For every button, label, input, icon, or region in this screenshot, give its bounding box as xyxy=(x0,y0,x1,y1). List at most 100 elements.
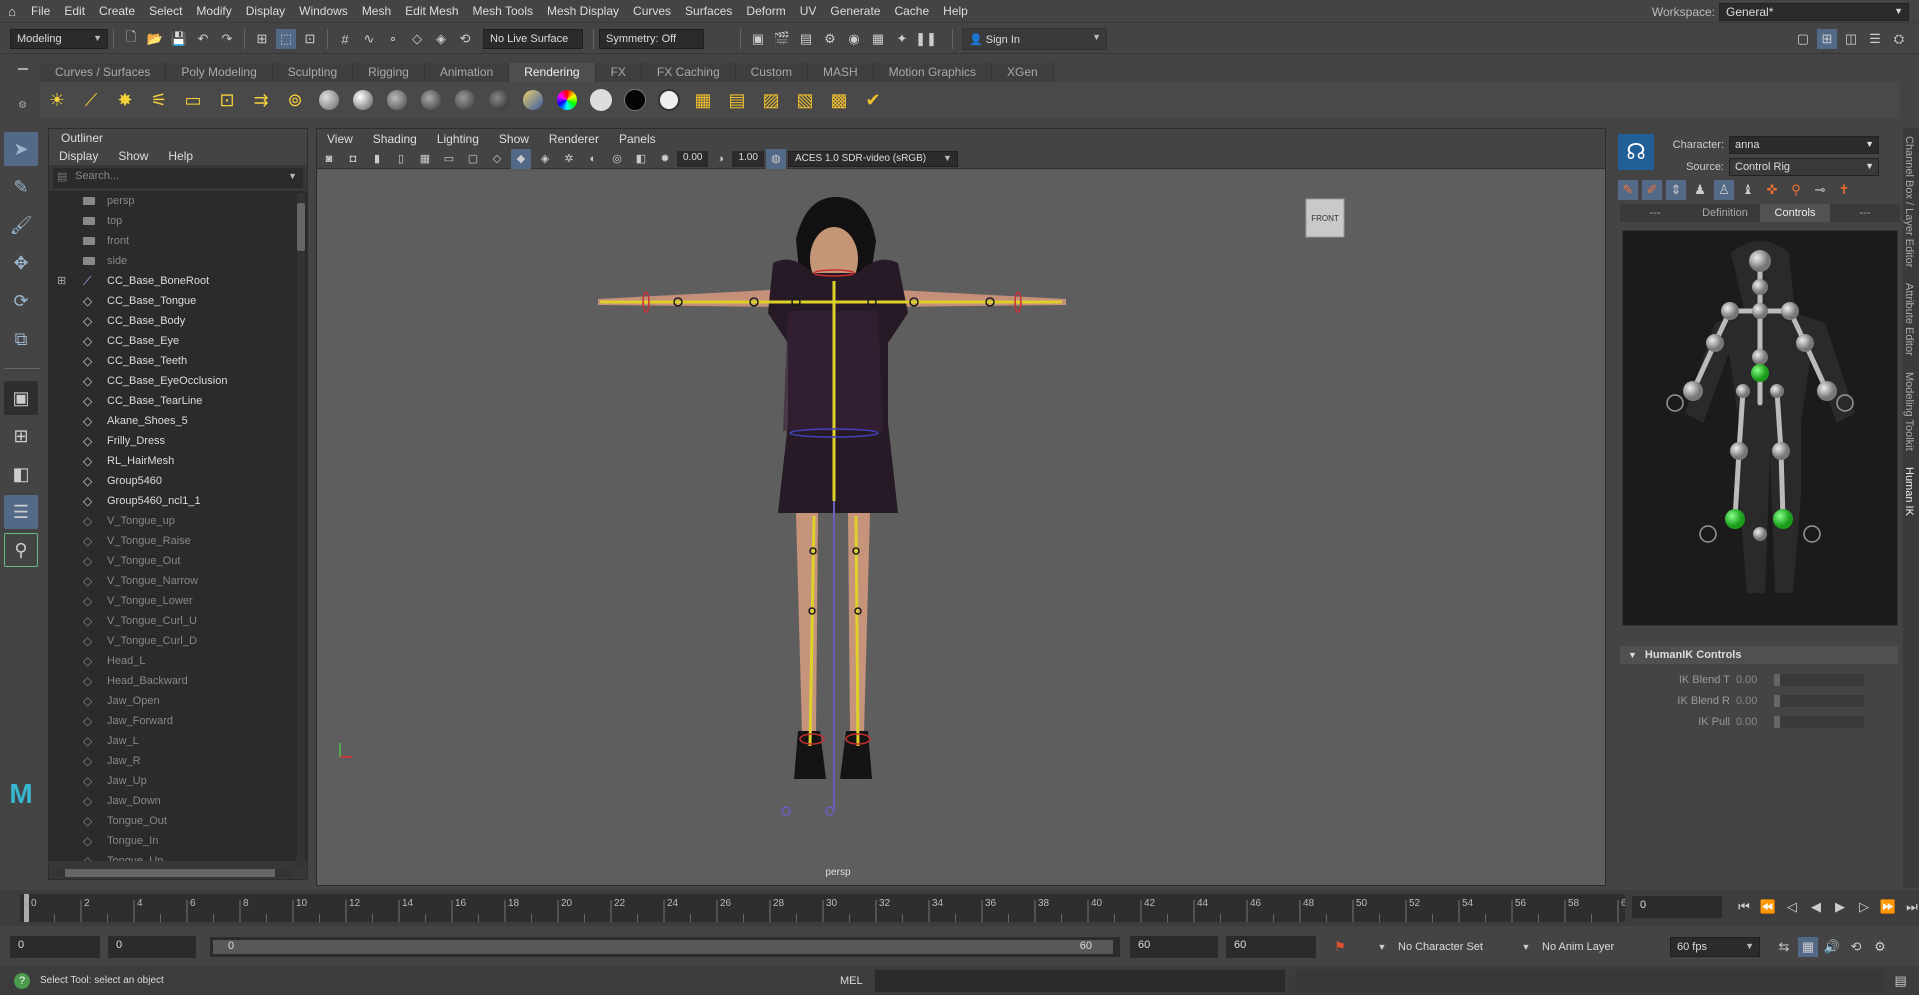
scale-tool-icon[interactable]: ⧉ xyxy=(4,322,38,356)
shelf-tab-motion-graphics[interactable]: Motion Graphics xyxy=(873,62,993,82)
hik-control-slider[interactable] xyxy=(1774,716,1864,728)
outliner-item[interactable]: ◇ V_Tongue_Out xyxy=(49,551,307,571)
light-editor-icon[interactable]: ✦ xyxy=(892,29,912,49)
menu-help[interactable]: Help xyxy=(936,0,975,23)
slider-handle[interactable] xyxy=(1774,674,1780,686)
side-tab-attribute-editor[interactable]: Attribute Editor xyxy=(1903,275,1915,364)
play-backwards-icon[interactable]: ◀ xyxy=(1806,897,1826,917)
outliner-item[interactable]: ◇ CC_Base_Eye xyxy=(49,331,307,351)
playback-start-field[interactable]: 0 xyxy=(108,936,196,958)
light-linking-icon[interactable]: ⇉ xyxy=(246,85,276,115)
step-back-frame-icon[interactable]: ◁ xyxy=(1782,897,1802,917)
xray-icon[interactable]: ◎ xyxy=(607,149,627,169)
script-editor-icon[interactable]: ▤ xyxy=(1891,971,1911,991)
menu-surfaces[interactable]: Surfaces xyxy=(678,0,739,23)
viewport-menu-view[interactable]: View xyxy=(317,132,363,146)
outliner-item[interactable]: top xyxy=(49,211,307,231)
shelf-tab-curves-surfaces[interactable]: Curves / Surfaces xyxy=(40,62,167,82)
spot-light-icon[interactable]: ⚟ xyxy=(144,85,174,115)
history-icon[interactable]: ⟲ xyxy=(455,29,475,49)
undo-icon[interactable]: ↶ xyxy=(193,29,213,49)
script-language-label[interactable]: MEL xyxy=(840,975,863,987)
outliner-item[interactable]: ◇ CC_Base_Teeth xyxy=(49,351,307,371)
stance-icon[interactable]: ⊸ xyxy=(1810,180,1830,200)
volume-light-icon[interactable]: ⊡ xyxy=(212,85,242,115)
outliner-menu-display[interactable]: Display xyxy=(49,149,108,163)
auto-key-icon[interactable]: ⚑ xyxy=(1330,937,1350,957)
film-gate-icon[interactable]: ▭ xyxy=(439,149,459,169)
render-view-icon[interactable]: ▣ xyxy=(748,29,768,49)
source-dropdown[interactable]: Control Rig ▼ xyxy=(1729,158,1879,176)
fps-dropdown[interactable]: 60 fps ▼ xyxy=(1670,937,1760,957)
viewport-canvas[interactable]: FRONT persp xyxy=(318,171,1605,885)
key-icon[interactable]: ✜ xyxy=(1762,180,1782,200)
character-dropdown[interactable]: anna ▼ xyxy=(1729,136,1879,154)
persp-outliner-icon[interactable]: ◧ xyxy=(4,457,38,491)
selection-icon[interactable]: ♙ xyxy=(1714,180,1734,200)
play-forwards-icon[interactable]: ▶ xyxy=(1830,897,1850,917)
hik-figure-view[interactable] xyxy=(1622,230,1898,626)
full-body-icon[interactable]: ⇕ xyxy=(1666,180,1686,200)
layout-outliner-icon[interactable]: ☰ xyxy=(1865,29,1885,49)
select-tool-icon[interactable]: ➤ xyxy=(4,132,38,166)
blinn-icon[interactable] xyxy=(348,85,378,115)
menu-curves[interactable]: Curves xyxy=(626,0,678,23)
outliner-layout-icon[interactable]: ☰ xyxy=(4,495,38,529)
menu-modify[interactable]: Modify xyxy=(189,0,238,23)
menu-display[interactable]: Display xyxy=(239,0,292,23)
snap-view-plane-icon[interactable]: ◇ xyxy=(407,29,427,49)
layout-quad-icon[interactable]: ⊞ xyxy=(1817,29,1837,49)
outliner-menu-show[interactable]: Show xyxy=(108,149,158,163)
bookmark-icon[interactable]: ▮ xyxy=(367,149,387,169)
playback-end-field[interactable]: 60 xyxy=(1130,936,1218,958)
single-perspective-icon[interactable]: ▣ xyxy=(4,381,38,415)
render-check-icon[interactable]: ✔ xyxy=(858,85,888,115)
hik-control-value[interactable]: 0.00 xyxy=(1736,695,1766,707)
save-scene-icon[interactable]: 💾 xyxy=(169,29,189,49)
outliner-item[interactable]: ◇ V_Tongue_Curl_U xyxy=(49,611,307,631)
pin-rotate-icon[interactable]: ✐ xyxy=(1642,180,1662,200)
reset-icon[interactable]: ⚲ xyxy=(1786,180,1806,200)
outliner-item[interactable]: ◇ Jaw_R xyxy=(49,751,307,771)
outliner-item[interactable]: ◇ Akane_Shoes_5 xyxy=(49,411,307,431)
mode-dropdown[interactable]: Modeling ▼ xyxy=(10,29,108,49)
select-hierarchy-icon[interactable]: ⊞ xyxy=(252,29,272,49)
outliner-item[interactable]: front xyxy=(49,231,307,251)
live-surface-field[interactable]: No Live Surface xyxy=(483,29,583,49)
render-settings-icon[interactable]: ▤ xyxy=(722,85,752,115)
layout-settings-icon[interactable]: ⛭ xyxy=(1889,29,1909,49)
command-input[interactable] xyxy=(874,969,1285,992)
hik-tab[interactable]: --- xyxy=(1830,204,1900,222)
sound-icon[interactable]: 🔊 xyxy=(1822,937,1842,957)
sign-in-dropdown[interactable]: 👤 Sign In ▼ xyxy=(962,28,1107,50)
workspace-dropdown[interactable]: General* ▼ xyxy=(1719,2,1909,21)
menu-create[interactable]: Create xyxy=(92,0,142,23)
chevron-down-icon[interactable]: ▼ xyxy=(288,171,297,181)
outliner-item[interactable]: ◇ Tongue_In xyxy=(49,831,307,851)
shelf-tab-rigging[interactable]: Rigging xyxy=(353,62,425,82)
menu-mesh[interactable]: Mesh xyxy=(355,0,398,23)
ramp-shader-icon[interactable] xyxy=(518,85,548,115)
outliner-item[interactable]: ◇ Jaw_L xyxy=(49,731,307,751)
end-time-field[interactable]: 60 xyxy=(1226,936,1316,958)
color-management-icon[interactable]: ◍ xyxy=(765,148,786,169)
hik-control-value[interactable]: 0.00 xyxy=(1736,674,1766,686)
snap-grid-icon[interactable]: # xyxy=(335,29,355,49)
pin-translate-icon[interactable]: ✎ xyxy=(1618,180,1638,200)
shelf-tab-sculpting[interactable]: Sculpting xyxy=(272,62,354,82)
lighting-icon[interactable]: ✲ xyxy=(559,149,579,169)
outliner-item[interactable]: ◇ Head_L xyxy=(49,651,307,671)
menu-file[interactable]: File xyxy=(24,0,57,23)
outliner-item[interactable]: ◇ CC_Base_Tongue xyxy=(49,291,307,311)
grid-icon[interactable]: ▦ xyxy=(415,149,435,169)
lasso-tool-icon[interactable]: ✎ xyxy=(4,170,38,204)
point-light-icon[interactable]: ✸ xyxy=(110,85,140,115)
scroll-thumb[interactable] xyxy=(297,203,305,251)
outliner-item[interactable]: ◇ V_Tongue_Lower xyxy=(49,591,307,611)
side-tab-modeling-toolkit[interactable]: Modeling Toolkit xyxy=(1903,364,1915,459)
menu-windows[interactable]: Windows xyxy=(292,0,355,23)
hypershade-icon[interactable]: ◉ xyxy=(844,29,864,49)
rotate-tool-icon[interactable]: ⟳ xyxy=(4,284,38,318)
step-back-key-icon[interactable]: ⏪ xyxy=(1758,897,1778,917)
menu-select[interactable]: Select xyxy=(142,0,189,23)
